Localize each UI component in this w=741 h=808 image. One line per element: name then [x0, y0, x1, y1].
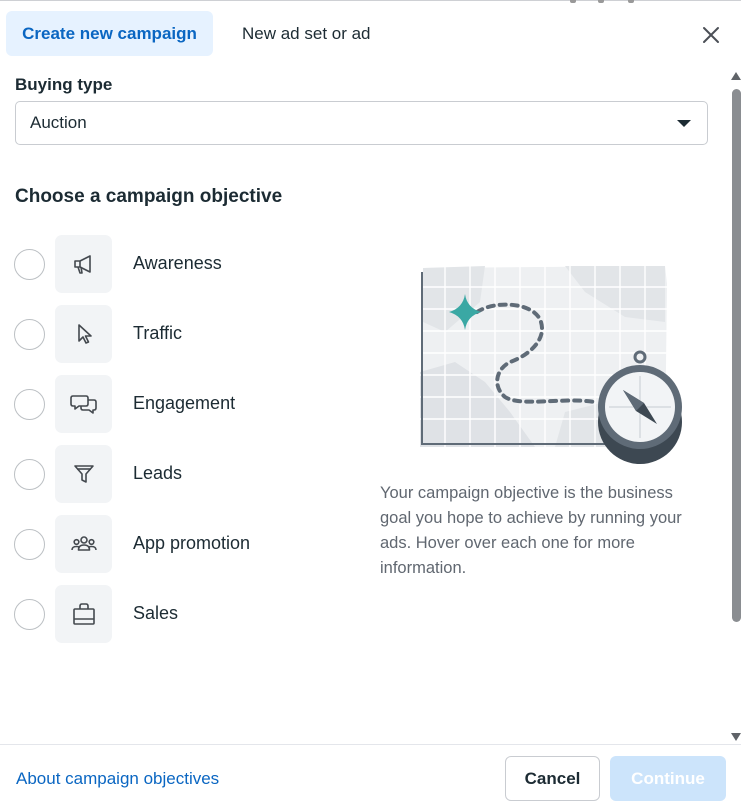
continue-button[interactable]: Continue — [610, 756, 726, 801]
objective-label: Sales — [133, 603, 179, 623]
objective-icon-tile — [55, 375, 112, 433]
close-icon — [703, 27, 719, 43]
objective-description: Your campaign objective is the business … — [380, 484, 682, 577]
cursor-icon — [77, 324, 92, 344]
scroll-down-arrow[interactable] — [731, 733, 741, 741]
scroll-up-arrow[interactable] — [731, 72, 741, 80]
footer-divider — [0, 744, 741, 745]
objective-label: Engagement — [133, 393, 236, 413]
objective-illustration — [415, 262, 690, 467]
objective-traffic[interactable]: Traffic — [14, 305, 334, 363]
objective-icon-tile — [55, 585, 112, 643]
objective-radio[interactable] — [14, 319, 45, 350]
objective-sales[interactable]: Sales — [14, 585, 334, 643]
objective-icon-tile — [55, 305, 112, 363]
objective-label: Awareness — [133, 253, 222, 273]
window-top-handle — [570, 0, 650, 4]
buying-type-select[interactable]: Auction — [15, 101, 708, 145]
scrollbar-thumb[interactable] — [732, 89, 741, 622]
objective-label: Traffic — [133, 323, 183, 343]
objective-icon-tile — [55, 515, 112, 573]
objective-icon-tile — [55, 445, 112, 503]
people-icon — [70, 536, 97, 551]
buying-type-label: Buying type — [15, 75, 113, 94]
objective-app-promotion[interactable]: App promotion — [14, 515, 334, 573]
objective-radio[interactable] — [14, 389, 45, 420]
objective-radio[interactable] — [14, 459, 45, 490]
close-button[interactable] — [698, 22, 724, 48]
objective-awareness[interactable]: Awareness — [14, 235, 334, 293]
objective-section-title: Choose a campaign objective — [15, 186, 283, 207]
objective-label: Leads — [133, 463, 183, 483]
buying-type-value: Auction — [30, 113, 87, 132]
objective-leads[interactable]: Leads — [14, 445, 334, 503]
objective-icon-tile — [55, 235, 112, 293]
tab-new-ad-set-or-ad[interactable]: New ad set or ad — [228, 11, 388, 56]
about-campaign-objectives-link[interactable]: About campaign objectives — [16, 769, 219, 789]
funnel-icon — [73, 465, 94, 483]
objective-engagement[interactable]: Engagement — [14, 375, 334, 433]
cancel-button[interactable]: Cancel — [505, 756, 600, 801]
objective-label: App promotion — [133, 533, 251, 553]
shopping-bag-icon — [72, 603, 95, 625]
tab-create-new-campaign[interactable]: Create new campaign — [6, 11, 213, 56]
objective-radio[interactable] — [14, 249, 45, 280]
chat-bubbles-icon — [69, 395, 97, 414]
caret-down-icon — [677, 120, 691, 127]
objective-radio[interactable] — [14, 529, 45, 560]
megaphone-icon — [73, 255, 91, 274]
map-compass-illustration — [420, 266, 682, 464]
objective-radio[interactable] — [14, 599, 45, 630]
